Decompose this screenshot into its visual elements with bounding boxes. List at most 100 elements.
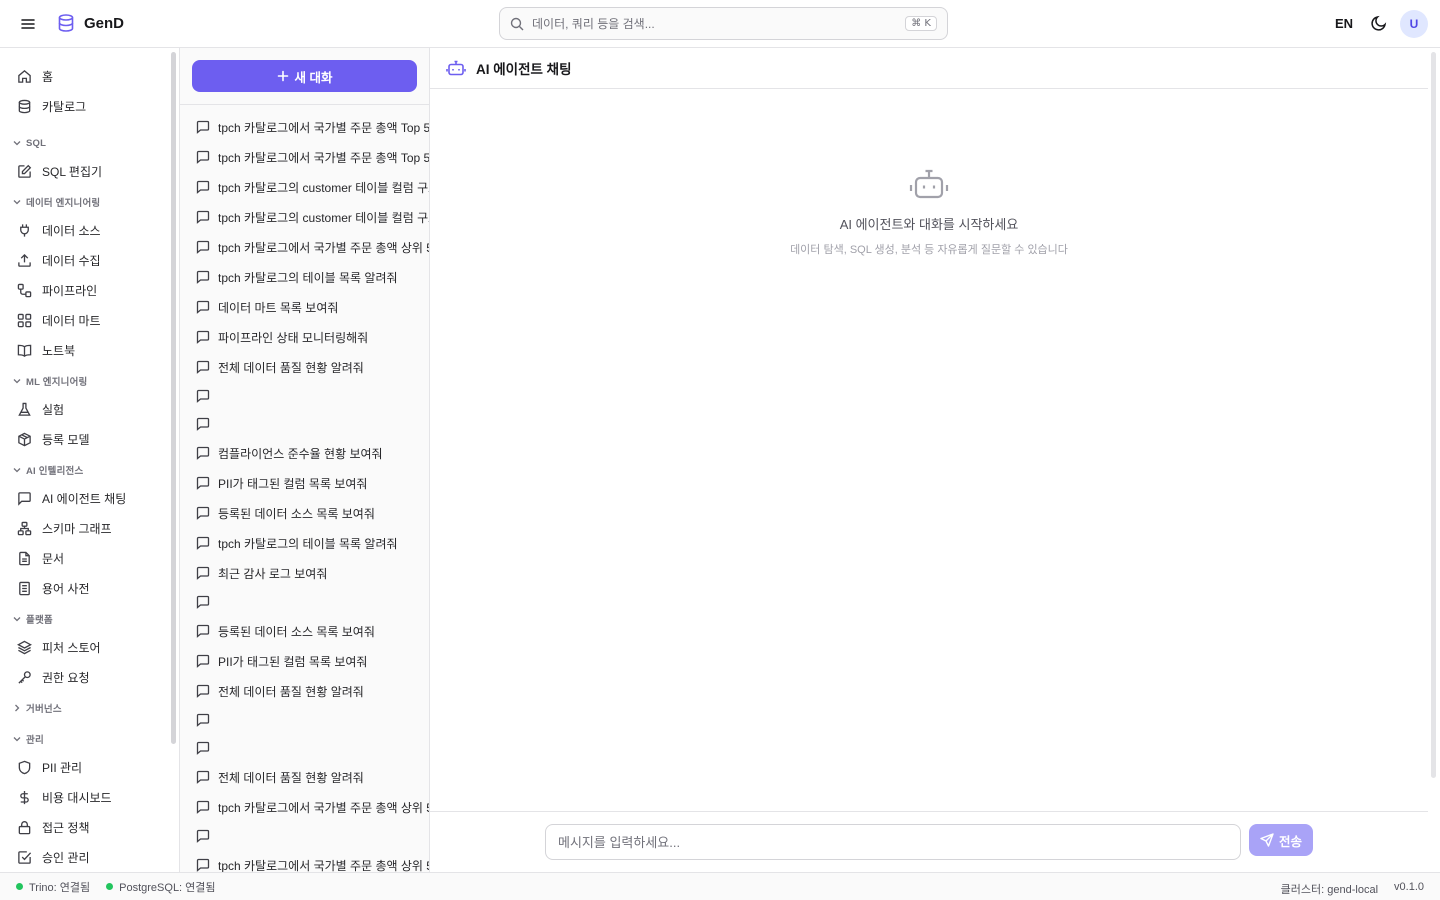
empty-state: AI 에이전트와 대화를 시작하세요 데이터 탐색, SQL 생성, 분석 등 … bbox=[430, 168, 1428, 257]
flask-icon bbox=[16, 401, 32, 417]
check-square-icon bbox=[16, 849, 32, 865]
sidebar-item-ai-agent-chat[interactable]: AI 에이전트 채팅 bbox=[8, 484, 166, 512]
conversation-item[interactable]: tpch 카탈로그의 customer 테이블 컬럼 구조 알려줘 bbox=[196, 207, 429, 227]
edit-icon bbox=[16, 163, 32, 179]
conversation-item[interactable] bbox=[196, 738, 218, 758]
sidebar-item-label: 문서 bbox=[42, 551, 65, 566]
conversation-title: 전체 데이터 품질 현황 알려줘 bbox=[218, 770, 364, 785]
conversation-panel: 새 대화 tpch 카탈로그에서 국가별 주문 총액 Top 5를 보여줘 tpc… bbox=[180, 48, 430, 872]
sidebar-item-glossary[interactable]: 용어 사전 bbox=[8, 574, 166, 602]
sidebar-item-catalog[interactable]: 카탈로그 bbox=[8, 92, 166, 120]
conversation-item[interactable]: PII가 태그된 컬럼 목록 보여줘 bbox=[196, 473, 367, 493]
bot-icon bbox=[446, 60, 466, 76]
user-avatar[interactable]: U bbox=[1400, 10, 1428, 38]
sidebar-scrollbar[interactable] bbox=[171, 52, 176, 744]
workflow-icon bbox=[16, 282, 32, 298]
conversation-item[interactable]: 전체 데이터 품질 현황 알려줘 bbox=[196, 681, 364, 701]
file-icon bbox=[16, 550, 32, 566]
trino-status: Trino: 연결됨 bbox=[16, 879, 90, 895]
section-data-engineering[interactable]: 데이터 엔지니어링 bbox=[12, 195, 100, 209]
conversation-title: 등록된 데이터 소스 목록 보여줘 bbox=[218, 624, 375, 639]
message-square-icon bbox=[196, 684, 210, 698]
section-ai-intelligence[interactable]: AI 인텔리전스 bbox=[12, 463, 83, 477]
conversation-item[interactable]: tpch 카탈로그에서 국가별 주문 총액 Top 5를 보여줘 bbox=[196, 117, 429, 137]
new-chat-label: 새 대화 bbox=[294, 70, 333, 85]
new-chat-button[interactable]: 새 대화 bbox=[192, 60, 417, 92]
theme-toggle-button[interactable] bbox=[1370, 14, 1390, 34]
sidebar-item-home[interactable]: 홈 bbox=[8, 62, 166, 90]
sidebar-item-ingestion[interactable]: 데이터 수집 bbox=[8, 246, 166, 274]
conversation-item[interactable] bbox=[196, 826, 218, 846]
conversation-item[interactable] bbox=[196, 592, 218, 612]
input-divider bbox=[430, 811, 1428, 812]
chat-scrollbar[interactable] bbox=[1431, 52, 1436, 778]
conversation-item[interactable]: tpch 카탈로그에서 국가별 주문 총액 상위 5개 보여줘 bbox=[196, 237, 429, 257]
network-icon bbox=[16, 520, 32, 536]
sidebar-item-permission-request[interactable]: 권한 요청 bbox=[8, 663, 166, 691]
sidebar-item-pii[interactable]: PII 관리 bbox=[8, 753, 166, 781]
conversation-item[interactable]: tpch 카탈로그의 customer 테이블 컬럼 구조 알려줘 bbox=[196, 177, 429, 197]
conversation-item[interactable]: 컴플라이언스 준수율 현황 보여줘 bbox=[196, 443, 383, 463]
conversation-item[interactable]: 파이프라인 상태 모니터링해줘 bbox=[196, 327, 368, 347]
conversation-item[interactable]: 전체 데이터 품질 현황 알려줘 bbox=[196, 767, 364, 787]
sidebar-item-access-policy[interactable]: 접근 정책 bbox=[8, 813, 166, 841]
sidebar-item-schema-graph[interactable]: 스키마 그래프 bbox=[8, 514, 166, 542]
brand-logo[interactable]: GenD bbox=[56, 13, 124, 33]
conversation-title: PII가 태그된 컬럼 목록 보여줘 bbox=[218, 476, 368, 491]
sidebar-item-data-source[interactable]: 데이터 소스 bbox=[8, 216, 166, 244]
sidebar-item-label: AI 에이전트 채팅 bbox=[42, 491, 127, 506]
conversation-item[interactable]: 데이터 마트 목록 보여줘 bbox=[196, 297, 338, 317]
conversation-item[interactable] bbox=[196, 414, 218, 434]
conversation-item[interactable]: tpch 카탈로그에서 국가별 주문 총액 상위 5개 보여줘 bbox=[196, 797, 429, 817]
message-square-icon bbox=[196, 330, 210, 344]
global-search[interactable]: 데이터, 쿼리 등을 검색... ⌘ K bbox=[499, 7, 948, 40]
section-admin[interactable]: 관리 bbox=[12, 732, 44, 746]
sidebar-item-label: 피처 스토어 bbox=[42, 640, 101, 655]
conversation-item[interactable]: tpch 카탈로그의 테이블 목록 알려줘 bbox=[196, 267, 398, 287]
chevron-down-icon bbox=[13, 379, 21, 384]
section-governance[interactable]: 거버넌스 bbox=[12, 701, 62, 715]
conversation-title: tpch 카탈로그에서 국가별 주문 총액 상위 5개 보여줘 bbox=[218, 858, 429, 873]
section-sql[interactable]: SQL bbox=[12, 136, 46, 150]
conversation-item[interactable]: 등록된 데이터 소스 목록 보여줘 bbox=[196, 621, 375, 641]
conversation-item[interactable] bbox=[196, 386, 218, 406]
conversation-item[interactable]: 전체 데이터 품질 현황 알려줘 bbox=[196, 357, 364, 377]
conversation-title: tpch 카탈로그의 customer 테이블 컬럼 구조 알려줘 bbox=[218, 180, 429, 195]
sidebar-item-notebook[interactable]: 노트북 bbox=[8, 336, 166, 364]
message-square-icon bbox=[196, 240, 210, 254]
conversation-item[interactable]: tpch 카탈로그에서 국가별 주문 총액 Top 5를 보여줘 bbox=[196, 147, 429, 167]
message-input[interactable] bbox=[545, 824, 1241, 860]
menu-toggle-button[interactable] bbox=[16, 12, 40, 36]
layers-icon bbox=[16, 639, 32, 655]
conversation-item[interactable]: tpch 카탈로그에서 국가별 주문 총액 상위 5개 보여줘 bbox=[196, 855, 429, 873]
conversation-item[interactable]: PII가 태그된 컬럼 목록 보여줘 bbox=[196, 651, 367, 671]
sidebar-item-registered-model[interactable]: 등록 모델 bbox=[8, 425, 166, 453]
language-toggle[interactable]: EN bbox=[1335, 16, 1353, 31]
sidebar-item-label: 등록 모델 bbox=[42, 432, 90, 447]
sidebar-item-label: 홈 bbox=[42, 69, 54, 84]
conversation-title: 전체 데이터 품질 현황 알려줘 bbox=[218, 360, 364, 375]
conversation-title: 최근 감사 로그 보여줘 bbox=[218, 566, 328, 581]
conversation-item[interactable]: 최근 감사 로그 보여줘 bbox=[196, 563, 327, 583]
brand-name: GenD bbox=[84, 14, 125, 32]
section-platform[interactable]: 플랫폼 bbox=[12, 612, 53, 626]
conversation-item[interactable] bbox=[196, 710, 218, 730]
message-square-icon bbox=[196, 389, 210, 403]
sidebar-item-documents[interactable]: 문서 bbox=[8, 544, 166, 572]
section-ml-engineering[interactable]: ML 엔지니어링 bbox=[12, 374, 88, 388]
sidebar-item-label: 스키마 그래프 bbox=[42, 521, 112, 536]
sidebar-item-feature-store[interactable]: 피처 스토어 bbox=[8, 633, 166, 661]
conversation-item[interactable]: 등록된 데이터 소스 목록 보여줘 bbox=[196, 503, 375, 523]
empty-state-title: AI 에이전트와 대화를 시작하세요 bbox=[839, 217, 1019, 232]
send-button[interactable]: 전송 bbox=[1249, 824, 1313, 856]
send-label: 전송 bbox=[1278, 834, 1302, 849]
sidebar-item-approval[interactable]: 승인 관리 bbox=[8, 843, 166, 871]
sidebar-item-cost-dashboard[interactable]: 비용 대시보드 bbox=[8, 783, 166, 811]
sidebar-item-sql-editor[interactable]: SQL 편집기 bbox=[8, 157, 166, 185]
sidebar-item-label: 용어 사전 bbox=[42, 581, 90, 596]
message-square-icon bbox=[196, 595, 210, 609]
sidebar-item-experiment[interactable]: 실험 bbox=[8, 395, 166, 423]
sidebar-item-pipeline[interactable]: 파이프라인 bbox=[8, 276, 166, 304]
conversation-item[interactable]: tpch 카탈로그의 테이블 목록 알려줘 bbox=[196, 533, 398, 553]
sidebar-item-data-mart[interactable]: 데이터 마트 bbox=[8, 306, 166, 334]
